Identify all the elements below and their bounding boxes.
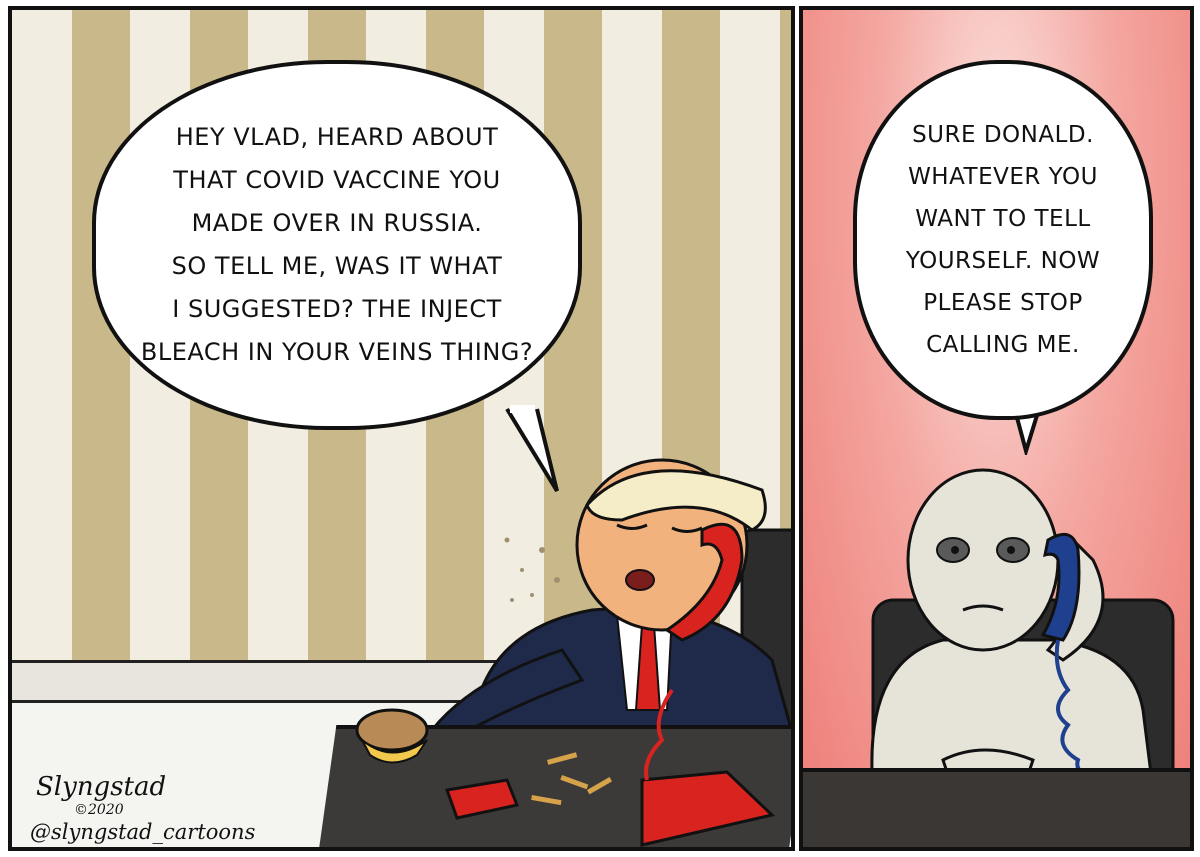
signature-name: Slyngstad — [36, 772, 167, 802]
signature-handle: @slyngstad_cartoons — [30, 820, 256, 844]
desk-items — [355, 688, 776, 847]
signature-year: ©2020 — [74, 802, 124, 818]
speech-bubble-left: HEY VLAD, HEARD ABOUT THAT COVID VACCINE… — [92, 60, 582, 430]
desk-right — [803, 768, 1190, 847]
speech-bubble-right: SURE DONALD. WHATEVER YOU WANT TO TELL Y… — [853, 60, 1153, 420]
speech-bubble-tail — [505, 405, 559, 493]
left-panel: HEY VLAD, HEARD ABOUT THAT COVID VACCINE… — [8, 6, 795, 851]
speech-text-right: SURE DONALD. WHATEVER YOU WANT TO TELL Y… — [905, 122, 1101, 358]
putin-figure — [870, 468, 1175, 792]
right-panel: SURE DONALD. WHATEVER YOU WANT TO TELL Y… — [799, 6, 1194, 851]
speech-text-left: HEY VLAD, HEARD ABOUT THAT COVID VACCINE… — [140, 123, 534, 366]
artist-signature: Slyngstad ©2020 @slyngstad_cartoons — [30, 772, 255, 844]
